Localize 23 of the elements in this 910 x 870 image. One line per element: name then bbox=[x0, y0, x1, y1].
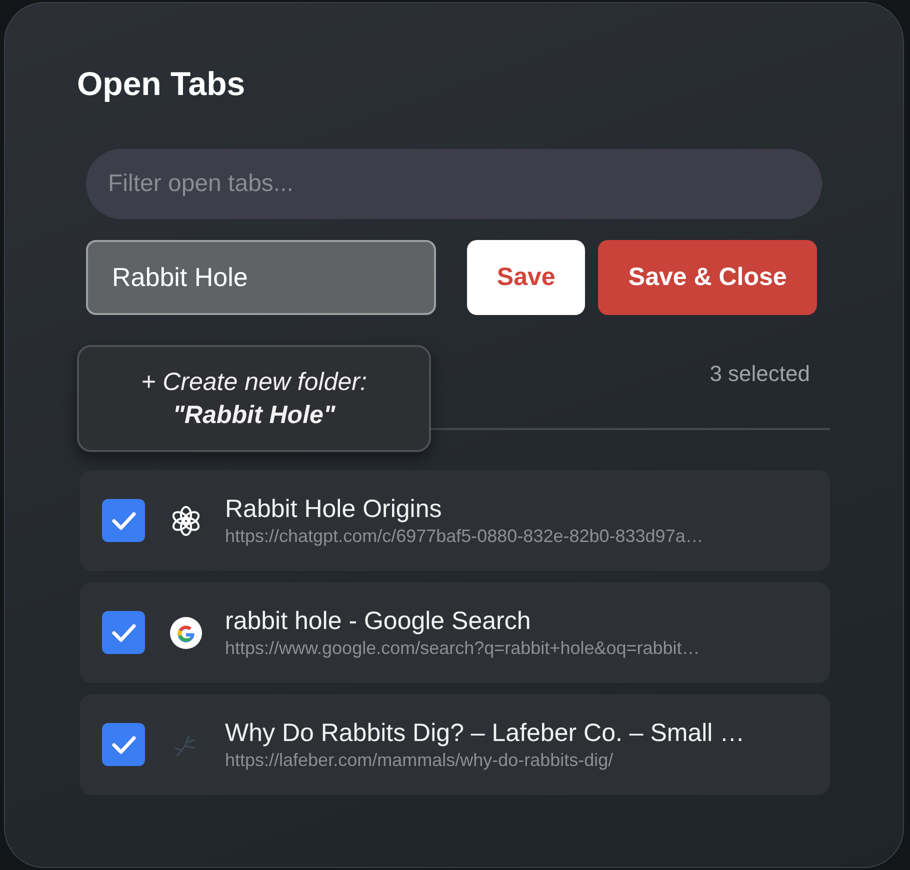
tab-url: https://chatgpt.com/c/6977baf5-0880-832e-82b0-833d97a… bbox=[225, 524, 704, 548]
tab-title: rabbit hole - Google Search bbox=[225, 606, 532, 636]
save-close-button[interactable]: Save & Close bbox=[598, 240, 817, 315]
tab-url: https://lafeber.com/mammals/why-do-rabbits-dig/ bbox=[225, 748, 614, 772]
checkmark-icon bbox=[110, 510, 136, 530]
folder-name-field[interactable]: Rabbit Hole bbox=[86, 240, 436, 315]
tab-url: https://www.google.com/search?q=rabbit+hole&oq=rabbit… bbox=[225, 636, 700, 660]
panel-title: Open Tabs bbox=[77, 65, 246, 103]
tab-item[interactable]: rabbit hole - Google Search https://www.google.com/search?q=rabbit+hole&oq=rabbit… bbox=[80, 582, 830, 683]
checkmark-icon bbox=[110, 622, 136, 642]
tab-item[interactable]: Why Do Rabbits Dig? – Lafeber Co. – Small … https://lafeber.com/mammals/why-do-rabbits-dig/ bbox=[80, 694, 830, 795]
tab-title: Why Do Rabbits Dig? – Lafeber Co. – Small … bbox=[225, 718, 745, 748]
create-folder-option[interactable]: + Create new folder: "Rabbit Hole" bbox=[77, 345, 431, 452]
checkbox[interactable] bbox=[102, 499, 145, 542]
filter-field[interactable]: Filter open tabs... bbox=[86, 149, 822, 219]
save-button[interactable]: Save bbox=[467, 240, 586, 315]
selected-count: 3 selected bbox=[710, 360, 810, 386]
tab-item[interactable]: Rabbit Hole Origins https://chatgpt.com/c/6977baf5-0880-832e-82b0-833d97a… bbox=[80, 470, 830, 571]
checkmark-icon bbox=[110, 734, 136, 754]
tab-title: Rabbit Hole Origins bbox=[225, 494, 443, 524]
checkbox[interactable] bbox=[102, 611, 145, 654]
google-g-icon bbox=[169, 616, 203, 650]
checkbox[interactable] bbox=[102, 723, 145, 766]
